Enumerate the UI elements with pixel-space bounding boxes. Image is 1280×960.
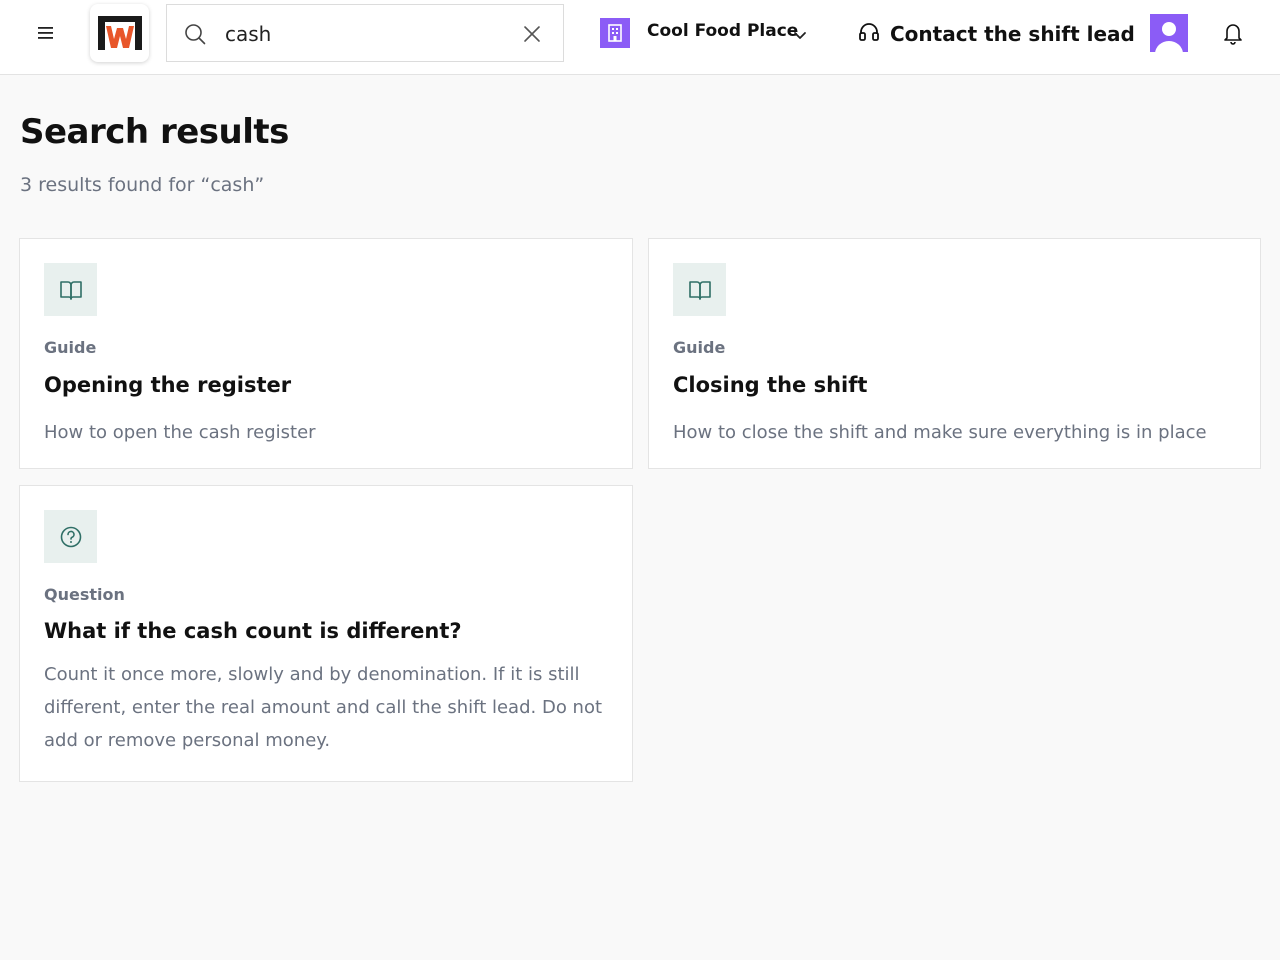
top-bar: Cool Food Place Contact the shift lead — [0, 0, 1280, 75]
search-input[interactable] — [225, 17, 505, 51]
result-type: Guide — [44, 338, 97, 357]
result-title: Closing the shift — [673, 373, 868, 397]
contact-shift-lead-button[interactable]: Contact the shift lead — [858, 19, 1135, 49]
page-title: Search results — [20, 112, 289, 152]
book-icon — [44, 263, 97, 316]
contact-shift-lead-label: Contact the shift lead — [890, 22, 1135, 46]
book-icon — [673, 263, 726, 316]
result-title: What if the cash count is different? — [44, 619, 462, 643]
results-summary: 3 results found for “cash” — [20, 174, 265, 196]
clear-search-icon[interactable] — [521, 23, 543, 45]
result-description: How to open the cash register — [44, 422, 316, 443]
hamburger-menu-icon[interactable] — [28, 16, 64, 50]
search-field — [166, 4, 564, 62]
question-circle-icon — [44, 510, 97, 563]
result-card[interactable]: Guide Opening the register How to open t… — [19, 238, 633, 469]
bell-icon[interactable] — [1222, 21, 1244, 49]
avatar[interactable] — [1150, 14, 1188, 52]
result-title: Opening the register — [44, 373, 292, 397]
chevron-down-icon[interactable] — [793, 26, 807, 45]
result-type: Guide — [673, 338, 726, 357]
search-icon — [184, 23, 206, 49]
building-icon — [600, 18, 630, 48]
result-description: How to close the shift and make sure eve… — [673, 422, 1207, 443]
result-type: Question — [44, 585, 125, 604]
location-name: Cool Food Place — [647, 21, 799, 41]
app-logo[interactable] — [90, 4, 149, 62]
headset-icon — [858, 21, 880, 47]
result-card[interactable]: Question What if the cash count is diffe… — [19, 485, 633, 782]
result-card[interactable]: Guide Closing the shift How to close the… — [648, 238, 1261, 469]
result-description: Count it once more, slowly and by denomi… — [44, 664, 603, 751]
